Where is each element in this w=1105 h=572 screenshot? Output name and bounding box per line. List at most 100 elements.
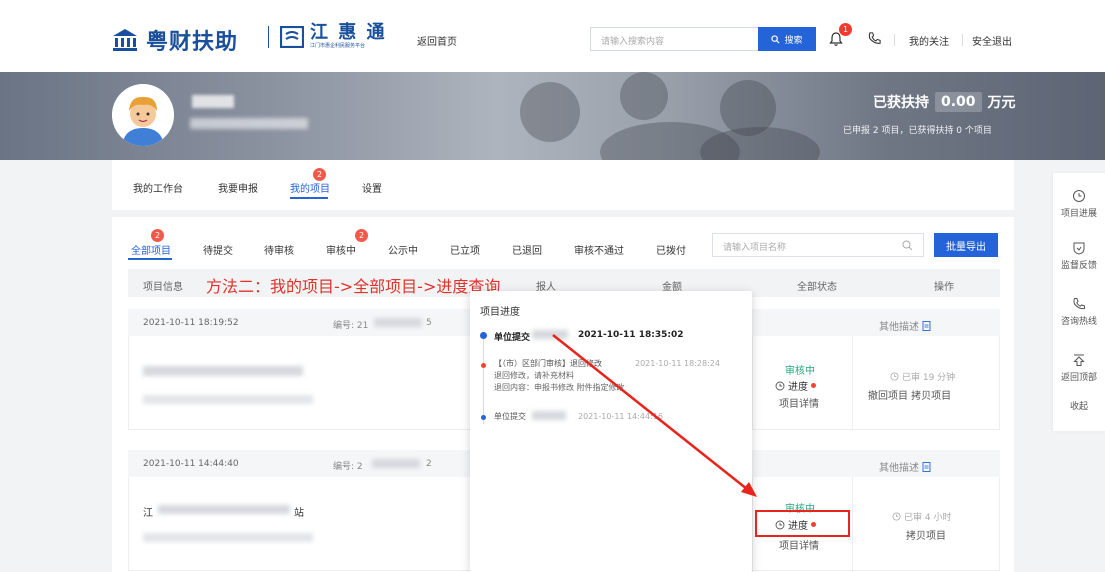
blurred-project-org <box>143 395 313 404</box>
header-divider <box>894 34 895 46</box>
logo-divider <box>268 26 269 48</box>
support-summary: 已获扶持 0.00 万元 <box>873 92 1016 112</box>
user-avatar-icon <box>112 84 174 146</box>
home-link[interactable]: 返回首页 <box>417 33 457 48</box>
document-icon <box>922 461 931 472</box>
support-label: 已获扶持 <box>873 95 929 111</box>
phone-icon[interactable] <box>867 31 882 46</box>
float-collapse[interactable]: 收起 <box>1053 399 1105 412</box>
tab-my-projects[interactable]: 我的项目 <box>290 180 330 195</box>
project-detail-link[interactable]: 项目详情 <box>779 395 819 410</box>
document-icon <box>922 320 931 331</box>
clock-icon <box>890 372 899 381</box>
popover-title: 项目进度 <box>480 307 520 318</box>
project-name-input[interactable]: 请输入项目名称 <box>712 233 924 257</box>
clock-icon <box>1073 190 1085 202</box>
row-operations[interactable]: 撤回项目 拷贝项目 <box>868 387 951 402</box>
batch-export-button[interactable]: 批量导出 <box>934 233 998 257</box>
float-back-to-top[interactable]: 返回顶部 <box>1053 353 1105 383</box>
timeline-step-time: 2021-10-11 14:44:16 <box>578 412 663 421</box>
timeline-step-note: 退回修改，请补充材料 <box>494 371 574 380</box>
timeline-dot <box>480 332 487 339</box>
timeline-step-time: 2021-10-11 18:35:02 <box>578 330 684 340</box>
logo-yuecai[interactable]: 粤财扶助 <box>112 24 238 56</box>
timeline-dot <box>481 415 486 420</box>
row-number: 编号: 2 <box>333 462 363 472</box>
building-logo-icon <box>113 29 137 51</box>
filter-to-review[interactable]: 待审核 <box>264 242 294 257</box>
project-name-suffix: 站 <box>294 508 304 519</box>
blurred-project-org <box>143 533 313 542</box>
filter-funded[interactable]: 已拨付 <box>656 242 686 257</box>
header-status-filter[interactable]: 全部状态 <box>797 278 837 293</box>
filter-rejected[interactable]: 审核不通过 <box>574 242 624 257</box>
filter-approved[interactable]: 已立项 <box>450 242 480 257</box>
status-badge: 审核中 <box>785 366 815 377</box>
column-divider <box>752 477 753 572</box>
sub-logo-title: 江 惠 通 <box>310 22 387 43</box>
arrow-up-icon <box>1073 354 1085 366</box>
search-icon[interactable] <box>902 240 913 251</box>
filter-all[interactable]: 全部项目 <box>131 242 171 257</box>
row-date: 2021-10-11 18:19:52 <box>143 318 239 328</box>
blurred-number <box>372 459 420 468</box>
jianghuitong-logo-icon <box>280 25 304 48</box>
elapsed-label: 已审 4 小时 <box>904 513 952 523</box>
unread-dot <box>811 383 816 388</box>
progress-link[interactable]: 进度 <box>775 378 816 393</box>
blurred-username <box>192 95 234 108</box>
row-number: 编号: 21 <box>333 321 369 331</box>
filter-reviewing[interactable]: 审核中 <box>326 242 356 257</box>
filter-reviewing-badge: 2 <box>355 229 368 242</box>
sub-logo-caption: 江门市惠企利民服务平台 <box>310 43 366 49</box>
header-operations: 操作 <box>934 282 954 293</box>
elapsed-time: 已审 4 小时 <box>892 510 951 523</box>
tab-workbench[interactable]: 我的工作台 <box>133 180 183 195</box>
shield-icon <box>1073 242 1085 255</box>
phone-icon <box>1073 298 1085 310</box>
timeline-step-label: 单位提交 <box>494 333 531 343</box>
row-number-suffix: 2 <box>426 459 432 469</box>
search-button[interactable]: 搜索 <box>758 27 816 51</box>
logo-jianghuitong[interactable]: 江 惠 通 江门市惠企利民服务平台 <box>280 24 387 49</box>
timeline-step-label: 单位提交 <box>494 412 526 421</box>
project-name-prefix: 江 <box>143 508 153 519</box>
other-desc-label: 其他描述 <box>879 463 919 474</box>
other-desc-label: 其他描述 <box>879 322 919 333</box>
row-operations[interactable]: 拷贝项目 <box>906 527 946 542</box>
right-float-bar: 项目进展 监督反馈 咨询热线 返回顶部 收起 <box>1053 173 1105 431</box>
timeline-step-time: 2021-10-11 18:28:24 <box>635 359 720 368</box>
timeline-step-label: 【（市）区部门审核】退回修改 <box>494 359 602 368</box>
timeline-dot <box>481 363 486 368</box>
float-label: 返回顶部 <box>1060 373 1097 383</box>
clock-icon <box>775 381 785 390</box>
tab-settings[interactable]: 设置 <box>362 180 382 195</box>
tab-apply[interactable]: 我要申报 <box>218 180 258 195</box>
column-divider <box>852 336 853 430</box>
avatar[interactable] <box>112 84 174 146</box>
blurred-company <box>190 118 308 129</box>
float-label: 监督反馈 <box>1060 261 1097 271</box>
site-search-input[interactable]: 请输入搜索内容 <box>590 27 758 51</box>
timeline-line <box>483 338 484 424</box>
support-unit: 万元 <box>987 95 1016 111</box>
logout-link[interactable]: 安全退出 <box>972 33 1012 48</box>
other-description-link[interactable]: 其他描述 <box>879 318 931 333</box>
float-supervision[interactable]: 监督反馈 <box>1053 241 1105 271</box>
filter-returned[interactable]: 已退回 <box>512 242 542 257</box>
float-label: 项目进展 <box>1060 209 1097 219</box>
filter-all-badge: 2 <box>151 229 164 242</box>
filter-publicity[interactable]: 公示中 <box>388 242 418 257</box>
other-description-link[interactable]: 其他描述 <box>879 459 931 474</box>
blurred-project-name <box>158 505 290 514</box>
float-hotline[interactable]: 咨询热线 <box>1053 297 1105 327</box>
my-follow-link[interactable]: 我的关注 <box>909 33 949 48</box>
project-detail-link[interactable]: 项目详情 <box>779 537 819 552</box>
blurred-submitter <box>532 411 566 420</box>
filter-to-submit[interactable]: 待提交 <box>203 242 233 257</box>
method-annotation: 方法二：我的项目->全部项目->进度查询 <box>206 277 501 296</box>
timeline-step-content: 退回内容：申报书修改 附件指定修改 <box>494 383 625 392</box>
elapsed-label: 已审 19 分钟 <box>902 373 956 383</box>
float-project-progress[interactable]: 项目进展 <box>1053 189 1105 219</box>
notification-badge: 1 <box>839 23 852 36</box>
